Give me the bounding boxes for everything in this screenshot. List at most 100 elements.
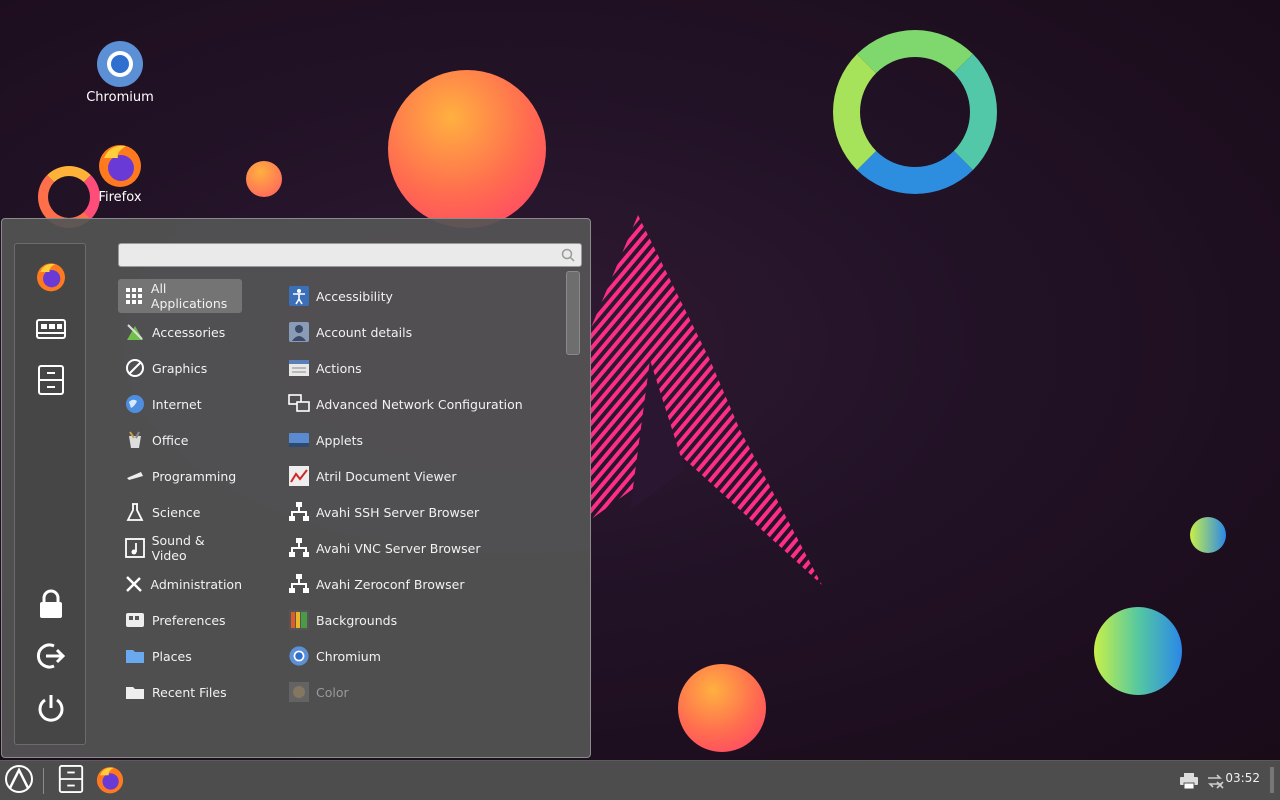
decor-ring-right xyxy=(833,30,997,194)
category-label: Graphics xyxy=(152,360,208,376)
app-avahi-zeroconf-browser[interactable]: Avahi Zeroconf Browser xyxy=(286,567,558,601)
application-menu: All Applications Accessories Graphics In… xyxy=(1,218,591,758)
shutdown-button[interactable] xyxy=(33,692,69,728)
category-label: Accessories xyxy=(152,324,226,340)
favorite-control-center[interactable] xyxy=(33,312,69,348)
preferences-icon xyxy=(124,609,146,631)
panel-separator xyxy=(43,768,44,794)
favorite-file-manager[interactable] xyxy=(33,364,69,400)
desktop-icon-firefox[interactable]: Firefox xyxy=(80,140,160,205)
app-label: Applets xyxy=(316,432,363,448)
app-backgrounds[interactable]: Backgrounds xyxy=(286,603,558,637)
app-list-scrollbar[interactable] xyxy=(566,271,580,717)
app-label: Avahi SSH Server Browser xyxy=(316,504,480,520)
category-sound-video[interactable]: Sound & Video xyxy=(118,531,242,565)
search-input[interactable] xyxy=(123,246,557,266)
app-actions[interactable]: Actions xyxy=(286,351,558,385)
graphics-icon xyxy=(124,357,146,379)
sound-video-icon xyxy=(124,537,146,559)
chromium-icon xyxy=(288,645,310,667)
panel-launcher-firefox[interactable] xyxy=(93,764,127,798)
app-label: Avahi VNC Server Browser xyxy=(316,540,481,556)
category-internet[interactable]: Internet xyxy=(118,387,242,421)
color-icon xyxy=(288,681,310,703)
arcolinux-logo-shape xyxy=(590,215,822,585)
applets-icon xyxy=(288,429,310,451)
tools-icon xyxy=(124,573,145,595)
category-administration[interactable]: Administration xyxy=(118,567,242,601)
avahi-network-icon xyxy=(288,537,310,559)
favorites-sidebar xyxy=(14,243,86,745)
category-label: Programming xyxy=(152,468,237,484)
app-avahi-vnc-server-browser[interactable]: Avahi VNC Server Browser xyxy=(286,531,558,565)
app-label: Advanced Network Configuration xyxy=(316,396,523,412)
accessories-icon xyxy=(124,321,146,343)
file-cabinet-icon xyxy=(58,765,84,797)
arcolinux-logo-icon xyxy=(4,764,34,798)
backgrounds-icon xyxy=(288,609,310,631)
app-label: Color xyxy=(316,684,349,700)
avahi-network-icon xyxy=(288,573,310,595)
app-chromium[interactable]: Chromium xyxy=(286,639,558,673)
document-viewer-icon xyxy=(288,465,310,487)
power-icon xyxy=(36,693,66,727)
tray-printer[interactable] xyxy=(1180,773,1198,793)
flask-icon xyxy=(124,501,146,523)
office-icon xyxy=(124,429,146,451)
category-places[interactable]: Places xyxy=(118,639,242,673)
lock-screen-button[interactable] xyxy=(33,588,69,624)
tray-network[interactable] xyxy=(1206,773,1224,793)
app-color[interactable]: Color xyxy=(286,675,558,709)
control-center-icon xyxy=(36,316,66,344)
category-label: Sound & Video xyxy=(151,533,205,563)
grid-icon xyxy=(124,285,145,307)
firefox-icon xyxy=(95,764,125,798)
panel-edge-handle xyxy=(1270,767,1274,793)
folder-icon xyxy=(124,645,146,667)
category-graphics[interactable]: Graphics xyxy=(118,351,242,385)
category-label: Science xyxy=(152,504,201,520)
decor-green-circle xyxy=(1094,607,1182,695)
category-recent-files[interactable]: Recent Files xyxy=(118,675,242,709)
actions-icon xyxy=(288,357,310,379)
desktop-icon-label: Firefox xyxy=(98,190,142,205)
app-avahi-ssh-server-browser[interactable]: Avahi SSH Server Browser xyxy=(286,495,558,529)
app-label: Avahi Zeroconf Browser xyxy=(316,576,465,592)
logout-button[interactable] xyxy=(33,640,69,676)
firefox-icon xyxy=(35,260,67,296)
category-science[interactable]: Science xyxy=(118,495,242,529)
category-label: Preferences xyxy=(152,612,226,628)
app-label: Account details xyxy=(316,324,413,340)
category-label: Office xyxy=(152,432,189,448)
app-account-details[interactable]: Account details xyxy=(286,315,558,349)
menu-button[interactable] xyxy=(2,764,36,798)
app-advanced-network-configuration[interactable]: Advanced Network Configuration xyxy=(286,387,558,421)
app-accessibility[interactable]: Accessibility xyxy=(286,279,558,313)
category-all-applications[interactable]: All Applications xyxy=(118,279,242,313)
desktop-icon-label: Chromium xyxy=(86,90,154,105)
category-preferences[interactable]: Preferences xyxy=(118,603,242,637)
app-applets[interactable]: Applets xyxy=(286,423,558,457)
favorite-firefox[interactable] xyxy=(33,260,69,296)
scrollbar-thumb[interactable] xyxy=(566,271,580,355)
lock-icon xyxy=(38,589,64,623)
account-icon xyxy=(288,321,310,343)
firefox-icon xyxy=(96,140,144,188)
globe-icon xyxy=(124,393,146,415)
desktop-icon-chromium[interactable]: Chromium xyxy=(80,40,160,105)
category-programming[interactable]: Programming xyxy=(118,459,242,493)
category-label: Administration xyxy=(150,576,242,592)
panel-clock[interactable]: 03:52 xyxy=(1225,771,1260,785)
category-accessories[interactable]: Accessories xyxy=(118,315,242,349)
app-atril-document-viewer[interactable]: Atril Document Viewer xyxy=(286,459,558,493)
chromium-icon xyxy=(96,40,144,88)
decor-orange-circle xyxy=(388,70,546,228)
category-label: All Applications xyxy=(150,281,228,311)
category-office[interactable]: Office xyxy=(118,423,242,457)
search-field[interactable] xyxy=(118,243,582,267)
category-label: Internet xyxy=(152,396,202,412)
recent-files-icon xyxy=(124,681,146,703)
panel-launcher-file-manager[interactable] xyxy=(54,764,88,798)
category-label: Recent Files xyxy=(152,684,227,700)
app-label: Accessibility xyxy=(316,288,393,304)
